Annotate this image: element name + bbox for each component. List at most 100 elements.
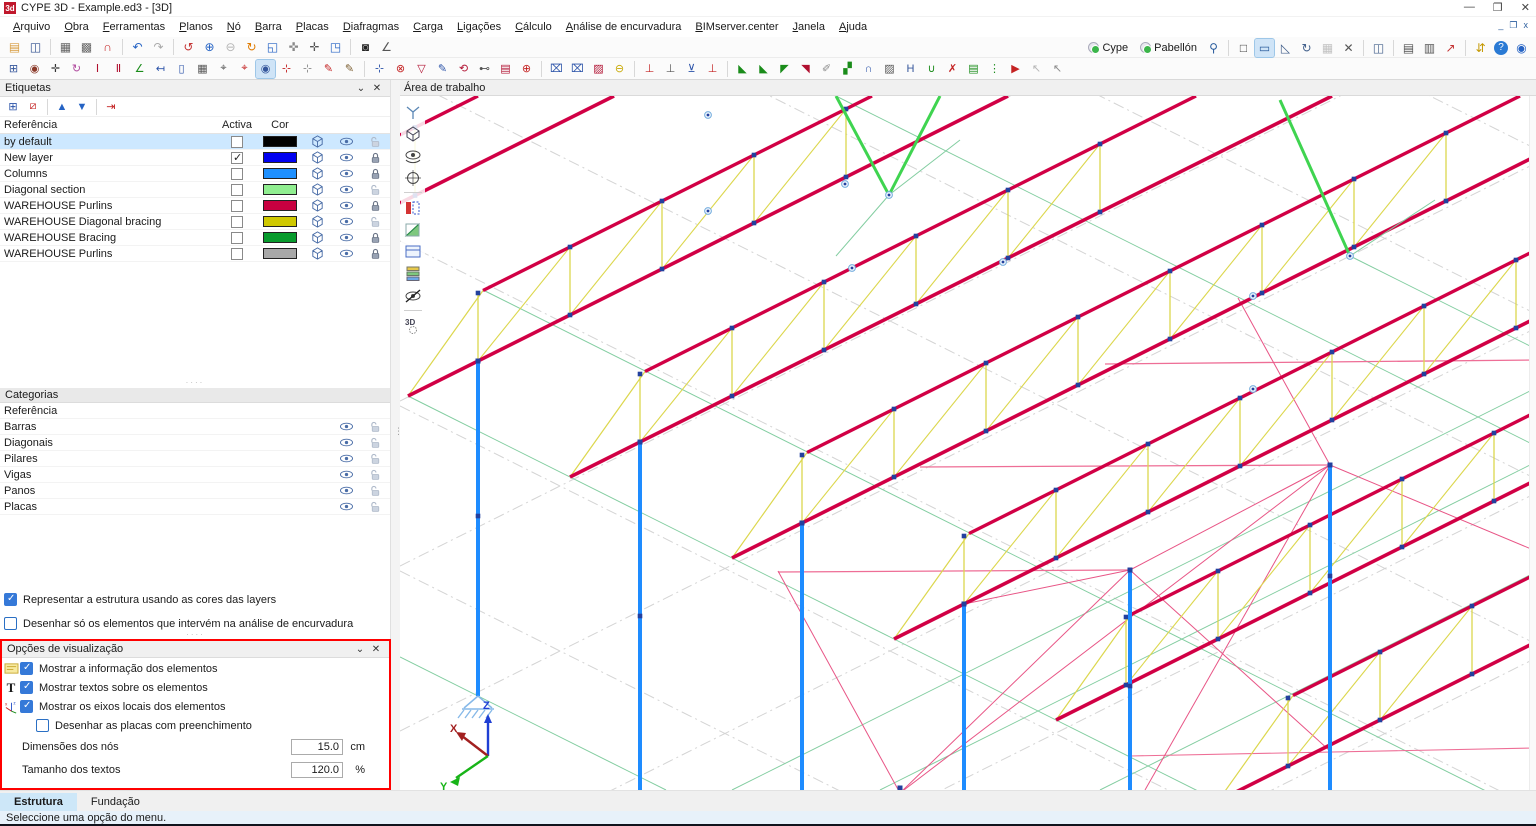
layer-color-swatch[interactable] [263, 168, 297, 179]
menu-c-lculo[interactable]: Cálculo [508, 19, 559, 35]
node-flag-icon[interactable]: ▽ [412, 60, 431, 78]
layer-visibility-icon[interactable] [332, 167, 361, 180]
move-view-icon[interactable]: ✛ [305, 38, 324, 56]
bar-describe-icon[interactable]: Ⅱ [109, 60, 128, 78]
pen-blue-icon[interactable]: ✎ [433, 60, 452, 78]
category-visibility-icon[interactable] [332, 436, 361, 449]
export-icon[interactable]: ↗ [1441, 39, 1460, 57]
gen-panel3-icon[interactable]: ◤ [775, 60, 794, 78]
view-dimensions-icon[interactable]: ▭ [1254, 37, 1275, 58]
cube-view-icon[interactable] [403, 124, 423, 143]
use-layer-colors-checkbox[interactable] [4, 593, 17, 606]
layer-row-2[interactable]: Columns [0, 166, 390, 182]
gen-panel1-icon[interactable]: ◣ [733, 60, 752, 78]
support-pinned-icon[interactable]: ⊥ [661, 60, 680, 78]
category-row-placas[interactable]: Placas [0, 499, 390, 515]
view-option-checkbox-0[interactable] [20, 662, 33, 675]
layer-active-checkbox[interactable] [231, 135, 243, 148]
layer-3d-icon[interactable] [303, 198, 332, 213]
pointer-icon[interactable]: ↖ [1048, 60, 1067, 78]
truss-generator-icon[interactable]: ▨ [589, 60, 608, 78]
move-down-icon[interactable]: ▼ [73, 98, 91, 115]
orbit-icon[interactable] [403, 168, 423, 187]
layer-color-swatch[interactable] [263, 136, 297, 147]
layer-visibility-icon[interactable] [332, 151, 361, 164]
delete-layer-icon[interactable]: ⧄ [24, 98, 42, 115]
wizard-icon[interactable]: ▶ [1006, 60, 1025, 78]
structure-wireframe[interactable]: Z X Y [399, 0, 1536, 826]
redo-icon[interactable]: ↷ [149, 38, 168, 56]
category-row-barras[interactable]: Barras [0, 419, 390, 435]
glue-icon[interactable]: ✐ [817, 60, 836, 78]
layer-active-checkbox[interactable] [231, 215, 243, 228]
layer-3d-icon[interactable] [303, 166, 332, 181]
view-frame-icon[interactable]: □ [1234, 39, 1253, 57]
move-structure-icon[interactable]: ✛ [46, 60, 65, 78]
support-delete-icon[interactable]: ⊥ [703, 60, 722, 78]
mdi-window-controls[interactable]: _ ❐ x [1498, 20, 1528, 31]
menu-diafragmas[interactable]: Diafragmas [336, 19, 406, 35]
printer-icon[interactable]: ▤ [1399, 39, 1418, 57]
arc-icon[interactable]: ∩ [859, 60, 878, 78]
view-option-row-2[interactable]: zxMostrar os eixos locais dos elementos [2, 698, 389, 715]
layer-3d-icon[interactable] [303, 134, 332, 149]
hatch-icon[interactable]: ▨ [880, 60, 899, 78]
layer-lock-icon[interactable] [361, 231, 390, 244]
rotate-axis-icon[interactable]: ⟲ [454, 60, 473, 78]
field-input-1[interactable]: 120.0 [291, 762, 343, 778]
layer-row-4[interactable]: WAREHOUSE Purlins [0, 198, 390, 214]
web-icon[interactable]: ◉ [1512, 39, 1531, 57]
only-buckling-checkbox[interactable] [4, 617, 17, 630]
layer-lock-icon[interactable] [361, 167, 390, 180]
layer-active-checkbox[interactable] [231, 199, 243, 212]
menu-an-lise-de-encurvadura[interactable]: Análise de encurvadura [559, 19, 689, 35]
layer-visibility-icon[interactable] [332, 199, 361, 212]
dimension-h-icon[interactable]: ↤ [151, 60, 170, 78]
node-select-icon[interactable]: ⌖ [214, 60, 233, 78]
layer-active-checkbox[interactable] [231, 231, 243, 244]
rotate-structure-icon[interactable]: ↻ [67, 60, 86, 78]
layer-visibility-icon[interactable] [332, 135, 361, 148]
check-delete-icon[interactable]: ✗ [943, 60, 962, 78]
print-drawing-icon[interactable]: ▦ [56, 38, 75, 56]
view-option-checkbox-2[interactable] [20, 700, 33, 713]
layer-color-swatch[interactable] [263, 152, 297, 163]
splitter-handle[interactable]: ···· [0, 379, 390, 388]
cut-icon[interactable]: ✕ [1339, 39, 1358, 57]
zoom-previous-icon[interactable]: ↺ [179, 38, 198, 56]
category-lock-icon[interactable] [361, 420, 390, 433]
menu-placas[interactable]: Placas [289, 19, 336, 35]
menu-liga-es[interactable]: Ligações [450, 19, 508, 35]
maximize-button[interactable]: ❐ [1493, 1, 1503, 14]
layer-3d-icon[interactable] [303, 182, 332, 197]
capture-view-icon[interactable]: ◳ [326, 38, 345, 56]
roller-icon[interactable]: ⊖ [610, 60, 629, 78]
layer-active-checkbox[interactable] [231, 151, 243, 164]
mdi-close-icon[interactable]: x [1524, 20, 1529, 31]
hammock-icon[interactable]: ∪ [922, 60, 941, 78]
hide-elements-icon[interactable] [403, 286, 423, 305]
axis-minus-icon[interactable]: ⊹ [298, 60, 317, 78]
grid-bars-icon[interactable]: ▦ [193, 60, 212, 78]
redraw-icon[interactable]: ↻ [242, 38, 261, 56]
support-elastic-icon[interactable]: ⊻ [682, 60, 701, 78]
layer-row-3[interactable]: Diagonal section [0, 182, 390, 198]
bars-pair-icon[interactable]: ▞ [838, 60, 857, 78]
bar-props-icon[interactable]: ▤ [496, 60, 515, 78]
menu-barra[interactable]: Barra [248, 19, 289, 35]
layer-row-5[interactable]: WAREHOUSE Diagonal bracing [0, 214, 390, 230]
category-lock-icon[interactable] [361, 484, 390, 497]
view-option-row-3[interactable]: Desenhar as placas com preenchimento [2, 717, 389, 734]
view-highlight-icon[interactable]: ◉ [255, 58, 276, 79]
menu-janela[interactable]: Janela [786, 19, 832, 35]
bar-section-icon[interactable]: Ⅰ [88, 60, 107, 78]
print-frames-icon[interactable]: ▩ [77, 38, 96, 56]
layer-visibility-icon[interactable] [332, 231, 361, 244]
layer-lock-icon[interactable] [361, 135, 390, 148]
layers-view-icon[interactable] [403, 264, 423, 283]
zoom-extents-icon[interactable]: ⊕ [200, 38, 219, 56]
etiquetas-close-icon[interactable]: ✕ [369, 83, 385, 94]
category-row-vigas[interactable]: Vigas [0, 467, 390, 483]
rotate-view-icon[interactable]: ↻ [1297, 39, 1316, 57]
measure-icon[interactable]: ∠ [377, 38, 396, 56]
